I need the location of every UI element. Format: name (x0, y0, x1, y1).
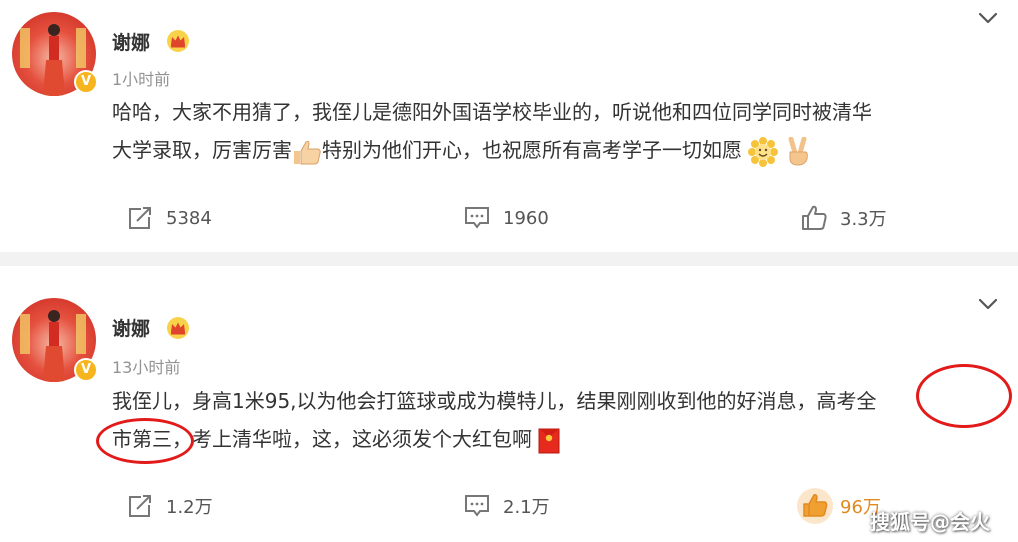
repost-icon (129, 495, 151, 517)
post-text-segment: ，考上清华啦，这，这必须发个大红包啊 (172, 427, 532, 451)
comment-count: 1960 (503, 207, 549, 229)
post-text-line: 哈哈，大家不用猜了，我侄儿是德阳外国语学校毕业的，听说他和四位同学同时被清华 (112, 100, 872, 124)
action-bar: 1.2万 2.1万 96万 (0, 488, 1018, 524)
comment-button[interactable]: 1960 (463, 203, 549, 233)
chevron-down-icon[interactable] (976, 6, 1000, 30)
repost-button[interactable]: 1.2万 (126, 491, 213, 521)
avatar-decoration (20, 314, 30, 354)
sunflower-emoji-icon (748, 136, 779, 167)
crown-icon[interactable] (166, 29, 190, 53)
like-button[interactable]: 96万 (796, 488, 881, 524)
annotation-circle (916, 364, 1012, 428)
verified-badge: V (74, 358, 98, 382)
red-envelope-emoji-icon (538, 428, 560, 453)
post-text: 哈哈，大家不用猜了，我侄儿是德阳外国语学校毕业的，听说他和四位同学同时被清华 大… (112, 93, 1002, 169)
post-text-segment: 大学录取，厉害厉害 (112, 138, 292, 162)
avatar-decoration (76, 28, 86, 68)
thumbs-up-icon (802, 205, 827, 230)
author-name[interactable]: 谢娜 (112, 314, 150, 341)
avatar-decoration (76, 314, 86, 354)
post-text-line: 我侄儿，身高1米95,以为他会打篮球或成为模特儿，结果刚刚收到他的好消息，高考全 (112, 382, 1002, 420)
post-text-segment: 我侄儿，身高1米95,以为他会打篮球或成为模特儿，结果刚刚收到他的好消息， (112, 389, 817, 413)
repost-count: 1.2万 (166, 497, 213, 518)
post-text-line: 市第三，考上清华啦，这，这必须发个大红包啊 (112, 420, 1002, 458)
post-text-line: 大学录取，厉害厉害 特别为他们开心，也祝愿所有高考学子一切如愿 (112, 131, 1002, 169)
chevron-down-icon[interactable] (976, 292, 1000, 316)
repost-button[interactable]: 5384 (126, 203, 212, 233)
comment-button[interactable]: 2.1万 (463, 491, 550, 521)
verified-badge: V (74, 70, 98, 94)
avatar-figure (43, 24, 65, 96)
like-button[interactable]: 3.3万 (800, 203, 887, 233)
repost-icon (129, 207, 151, 229)
annotation-circle (96, 418, 194, 464)
comment-icon (465, 495, 489, 517)
post-text: 我侄儿，身高1米95,以为他会打篮球或成为模特儿，结果刚刚收到他的好消息，高考全… (112, 382, 1002, 458)
crown-icon[interactable] (166, 316, 190, 340)
weibo-post-1: V 谢娜 1小时前 哈哈，大家不用猜了，我侄儿是德阳外国语学校毕业的，听说他和四… (0, 0, 1018, 252)
post-time[interactable]: 1小时前 (112, 66, 170, 90)
thumbs-up-emoji-icon (294, 140, 321, 164)
post-text-segment: 特别为他们开心，也祝愿所有高考学子一切如愿 (322, 138, 742, 162)
thumbs-up-icon (797, 488, 833, 524)
post-time[interactable]: 13小时前 (112, 354, 180, 378)
comment-icon (465, 207, 489, 229)
avatar-decoration (20, 28, 30, 68)
avatar-figure (43, 310, 65, 382)
victory-hand-emoji-icon (788, 136, 808, 166)
weibo-post-2: V 谢娜 13小时前 我侄儿，身高1米95,以为他会打篮球或成为模特儿，结果刚刚… (0, 266, 1018, 542)
like-count: 3.3万 (840, 209, 887, 230)
watermark: 搜狐号@会火 (870, 510, 990, 534)
post-text-highlight: 高考全 (816, 389, 877, 413)
author-name[interactable]: 谢娜 (112, 28, 150, 55)
repost-count: 5384 (166, 207, 212, 229)
action-bar: 5384 1960 3.3万 (0, 203, 1018, 233)
post-divider (0, 252, 1018, 266)
comment-count: 2.1万 (503, 497, 550, 518)
